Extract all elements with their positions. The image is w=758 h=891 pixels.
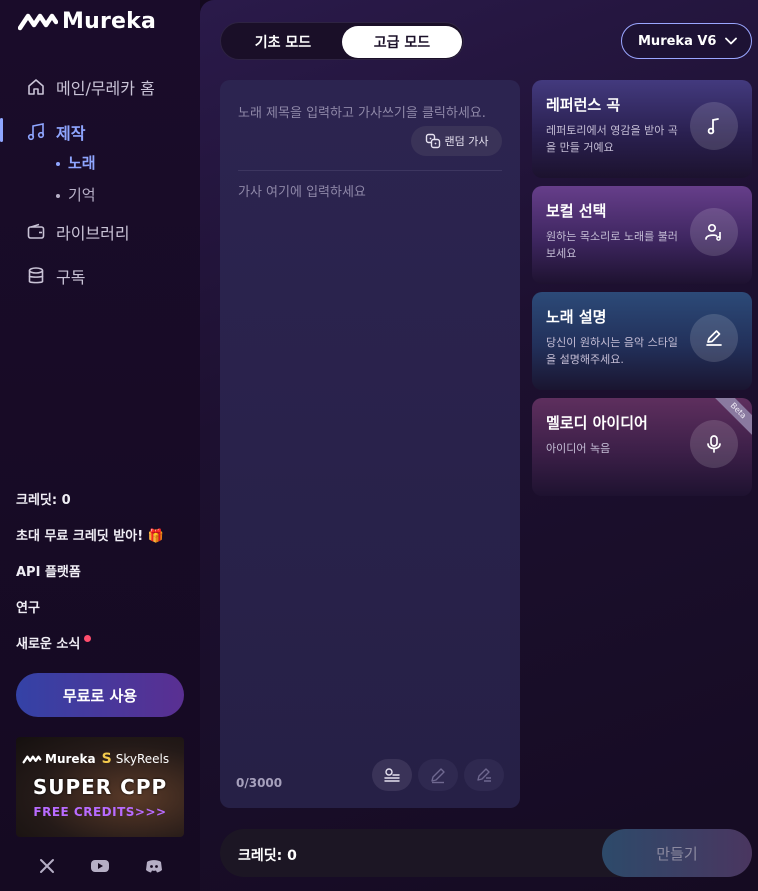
banner-brand1: Mureka <box>45 752 96 766</box>
promo-banner[interactable]: Mureka S SkyReels SUPER CPP FREE CREDITS… <box>16 737 184 837</box>
pen-lines-icon <box>477 768 491 782</box>
random-lyrics-label: 랜덤 가사 <box>444 135 489 148</box>
api-platform-link[interactable]: API 플랫폼 <box>16 561 81 580</box>
character-counter: 0/3000 <box>236 776 283 790</box>
nav-sub-song-label: 노래 <box>68 154 96 172</box>
bottom-credits: 크레딧: 0 <box>238 848 297 864</box>
bottom-bar: 크레딧: 0 만들기 <box>220 829 752 877</box>
song-title-input[interactable]: 노래 제목을 입력하고 가사쓰기을 클릭하세요. <box>238 102 508 121</box>
lyrics-editor: 노래 제목을 입력하고 가사쓰기을 클릭하세요. 랜덤 가사 가사 여기에 입력… <box>220 80 520 808</box>
lyrics-format-button[interactable] <box>372 759 412 791</box>
nav-sub-song[interactable]: 노래 <box>56 152 96 173</box>
reference-song-card[interactable]: 레퍼런스 곡 레퍼토리에서 영감을 받아 곡을 만들 거예요 <box>532 80 752 178</box>
mureka-logo-icon <box>18 13 58 31</box>
home-icon <box>26 77 46 97</box>
advanced-mode-tab[interactable]: 고급 모드 <box>342 26 462 58</box>
x-twitter-icon[interactable] <box>37 856 57 876</box>
card-title: 보컬 선택 <box>546 202 607 220</box>
invite-link-label: 초대 무료 크레딧 받아! <box>16 529 144 544</box>
bullet-icon <box>56 161 60 166</box>
nav-subscribe-label: 구독 <box>56 268 86 287</box>
bullet-icon <box>56 193 60 198</box>
card-title: 노래 설명 <box>546 308 607 326</box>
gift-icon: 🎁 <box>147 529 164 544</box>
sidebar-credits: 크레딧: 0 <box>16 493 71 508</box>
banner-brands: Mureka S SkyReels <box>22 751 169 767</box>
nav-library-label: 라이브러리 <box>56 224 130 243</box>
nav-sub-memory[interactable]: 기억 <box>56 184 96 205</box>
music-notes-icon <box>26 122 46 142</box>
nav-library[interactable]: 라이브러리 <box>26 220 130 244</box>
nav-create-label: 제작 <box>56 124 86 143</box>
active-indicator <box>0 118 3 142</box>
lyrics-textarea[interactable]: 가사 여기에 입력하세요 <box>238 181 366 200</box>
logo-text: Mureka <box>62 8 157 34</box>
invite-link[interactable]: 초대 무료 크레딧 받아! 🎁 <box>16 525 164 544</box>
random-lyrics-button[interactable]: 랜덤 가사 <box>411 126 502 156</box>
news-link[interactable]: 새로운 소식 <box>16 633 92 652</box>
vocal-select-button[interactable] <box>690 208 738 256</box>
model-select[interactable]: Mureka V6 <box>621 23 752 59</box>
card-description: 당신이 원하시는 음악 스타일을 설명해주세요. <box>546 336 678 366</box>
database-icon <box>26 266 46 286</box>
logo[interactable]: Mureka <box>18 8 156 34</box>
skyreels-logo-icon: S <box>101 751 112 767</box>
banner-headline: SUPER CPP <box>32 775 168 799</box>
song-description-button[interactable] <box>690 314 738 362</box>
card-title: 레퍼런스 곡 <box>546 96 621 114</box>
banner-subtext: FREE CREDITS>>> <box>33 805 167 819</box>
model-select-value: Mureka V6 <box>638 33 717 49</box>
discord-icon[interactable] <box>144 856 164 876</box>
card-title: 멜로디 아이디어 <box>546 414 648 432</box>
mode-toggle: 기초 모드 고급 모드 <box>220 22 464 60</box>
nav-home[interactable]: 메인/무레카 홈 <box>26 75 155 99</box>
pen-icon <box>706 330 722 346</box>
banner-brand2: SkyReels <box>115 752 170 766</box>
rewrite-lyrics-button[interactable] <box>464 759 504 791</box>
vocal-select-card[interactable]: 보컬 선택 원하는 목소리로 노래를 불러보세요 <box>532 186 752 284</box>
divider <box>238 170 502 171</box>
card-description: 원하는 목소리로 노래를 불러보세요 <box>546 230 678 260</box>
youtube-icon[interactable] <box>90 856 110 876</box>
microphone-icon <box>707 435 721 453</box>
nav-create[interactable]: 제작 <box>26 120 85 144</box>
song-description-card[interactable]: 노래 설명 당신이 원하시는 음악 스타일을 설명해주세요. <box>532 292 752 390</box>
card-description: 아이디어 녹음 <box>546 442 611 455</box>
record-melody-button[interactable] <box>690 420 738 468</box>
research-link[interactable]: 연구 <box>16 597 40 616</box>
dice-icon <box>425 133 440 149</box>
nav-subscribe[interactable]: 구독 <box>26 264 85 288</box>
wallet-icon <box>26 222 46 242</box>
chevron-down-icon <box>725 37 737 45</box>
free-use-button[interactable]: 무료로 사용 <box>16 673 184 717</box>
create-button[interactable]: 만들기 <box>602 829 752 877</box>
basic-mode-tab[interactable]: 기초 모드 <box>223 26 343 58</box>
voice-user-icon <box>705 223 721 241</box>
sidebar: Mureka 메인/무레카 홈 제작 노래 기억 라이브러리 구독 크레딧: 0… <box>0 0 200 891</box>
news-link-label: 새로운 소식 <box>16 637 81 652</box>
nav-sub-memory-label: 기억 <box>68 186 96 204</box>
nav-home-label: 메인/무레카 홈 <box>56 79 155 98</box>
music-note-icon <box>707 118 719 135</box>
melody-idea-card[interactable]: Beta 멜로디 아이디어 아이디어 녹음 <box>532 398 752 496</box>
edit-lyrics-button[interactable] <box>418 759 458 791</box>
notification-dot <box>84 635 92 642</box>
reference-song-button[interactable] <box>690 102 738 150</box>
lyrics-format-icon <box>384 768 400 782</box>
pen-icon <box>431 768 445 784</box>
mureka-logo-icon <box>22 755 42 764</box>
card-description: 레퍼토리에서 영감을 받아 곡을 만들 거예요 <box>546 124 678 154</box>
